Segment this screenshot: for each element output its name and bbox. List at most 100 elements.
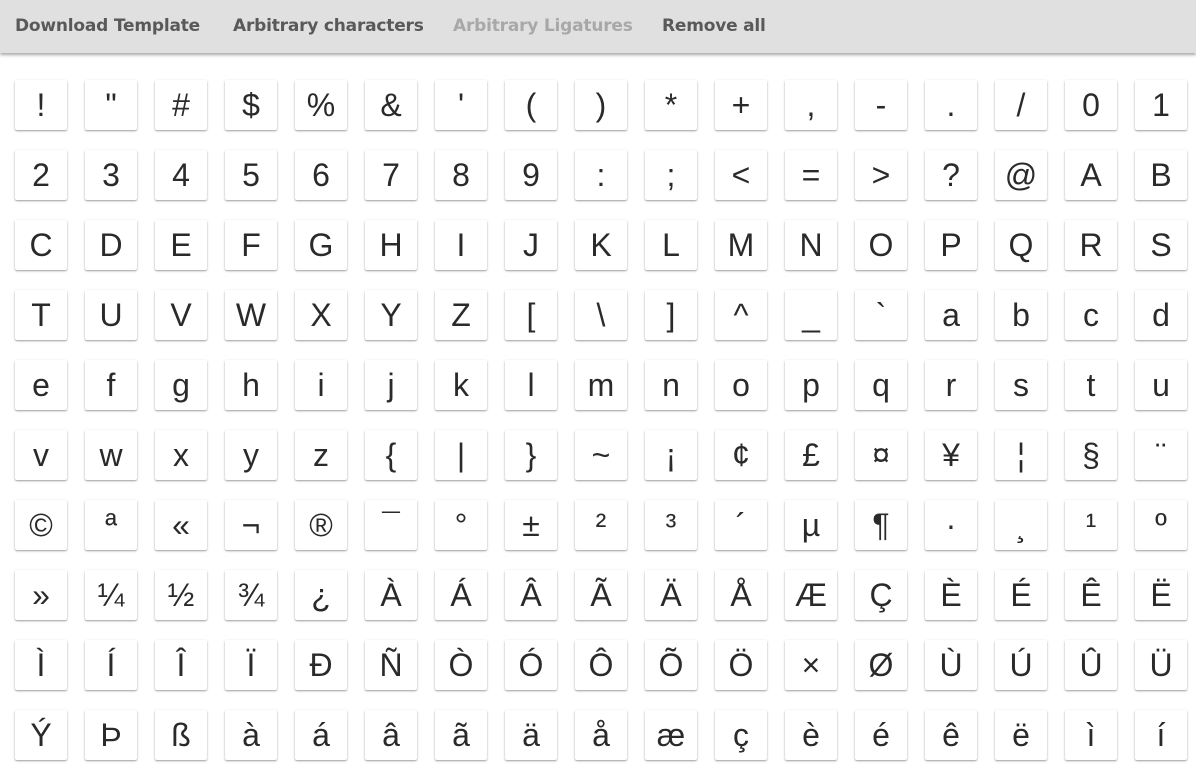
glyph-tile-Idieresis[interactable]: Ï bbox=[225, 640, 277, 690]
glyph-tile-O[interactable]: O bbox=[855, 220, 907, 270]
glyph-tile-threesuperior[interactable]: ³ bbox=[645, 500, 697, 550]
glyph-tile-sterling[interactable]: £ bbox=[785, 430, 837, 480]
glyph-tile-quotedbl[interactable]: " bbox=[85, 80, 137, 130]
glyph-tile-D[interactable]: D bbox=[85, 220, 137, 270]
glyph-tile-parenright[interactable]: ) bbox=[575, 80, 627, 130]
glyph-tile-k[interactable]: k bbox=[435, 360, 487, 410]
glyph-tile-n[interactable]: n bbox=[645, 360, 697, 410]
glyph-tile-Iacute[interactable]: Í bbox=[85, 640, 137, 690]
glyph-tile-seven[interactable]: 7 bbox=[365, 150, 417, 200]
glyph-tile-ae[interactable]: æ bbox=[645, 710, 697, 760]
glyph-tile-three[interactable]: 3 bbox=[85, 150, 137, 200]
glyph-tile-Ugrave[interactable]: Ù bbox=[925, 640, 977, 690]
glyph-tile-w[interactable]: w bbox=[85, 430, 137, 480]
glyph-tile-threequarters[interactable]: ¾ bbox=[225, 570, 277, 620]
glyph-tile-ampersand[interactable]: & bbox=[365, 80, 417, 130]
glyph-tile-M[interactable]: M bbox=[715, 220, 767, 270]
glyph-tile-two[interactable]: 2 bbox=[15, 150, 67, 200]
glyph-tile-eacute[interactable]: é bbox=[855, 710, 907, 760]
glyph-tile-z[interactable]: z bbox=[295, 430, 347, 480]
glyph-tile-u[interactable]: u bbox=[1135, 360, 1187, 410]
glyph-tile-twosuperior[interactable]: ² bbox=[575, 500, 627, 550]
glyph-tile-Oslash[interactable]: Ø bbox=[855, 640, 907, 690]
glyph-tile-e[interactable]: e bbox=[15, 360, 67, 410]
glyph-tile-quotesingle[interactable]: ' bbox=[435, 80, 487, 130]
glyph-tile-Uacute[interactable]: Ú bbox=[995, 640, 1047, 690]
glyph-tile-agrave[interactable]: à bbox=[225, 710, 277, 760]
glyph-tile-c[interactable]: c bbox=[1065, 290, 1117, 340]
glyph-tile-egrave[interactable]: è bbox=[785, 710, 837, 760]
glyph-tile-backslash[interactable]: \ bbox=[575, 290, 627, 340]
glyph-tile-Otilde[interactable]: Õ bbox=[645, 640, 697, 690]
glyph-tile-percent[interactable]: % bbox=[295, 80, 347, 130]
glyph-tile-C[interactable]: C bbox=[15, 220, 67, 270]
glyph-tile-copyright[interactable]: © bbox=[15, 500, 67, 550]
glyph-tile-six[interactable]: 6 bbox=[295, 150, 347, 200]
glyph-tile-I[interactable]: I bbox=[435, 220, 487, 270]
glyph-tile-G[interactable]: G bbox=[295, 220, 347, 270]
glyph-tile-currency[interactable]: ¤ bbox=[855, 430, 907, 480]
glyph-tile-underscore[interactable]: _ bbox=[785, 290, 837, 340]
glyph-tile-d[interactable]: d bbox=[1135, 290, 1187, 340]
glyph-tile-braceleft[interactable]: { bbox=[365, 430, 417, 480]
glyph-tile-Egrave[interactable]: È bbox=[925, 570, 977, 620]
glyph-tile-bracketleft[interactable]: [ bbox=[505, 290, 557, 340]
glyph-tile-eight[interactable]: 8 bbox=[435, 150, 487, 200]
glyph-tile-less[interactable]: < bbox=[715, 150, 767, 200]
glyph-tile-numbersign[interactable]: # bbox=[155, 80, 207, 130]
glyph-tile-onequarter[interactable]: ¼ bbox=[85, 570, 137, 620]
glyph-tile-A[interactable]: A bbox=[1065, 150, 1117, 200]
glyph-tile-a[interactable]: a bbox=[925, 290, 977, 340]
glyph-tile-iacute[interactable]: í bbox=[1135, 710, 1187, 760]
glyph-tile-v[interactable]: v bbox=[15, 430, 67, 480]
glyph-tile-Z[interactable]: Z bbox=[435, 290, 487, 340]
glyph-tile-y[interactable]: y bbox=[225, 430, 277, 480]
glyph-tile-h[interactable]: h bbox=[225, 360, 277, 410]
glyph-tile-g[interactable]: g bbox=[155, 360, 207, 410]
glyph-tile-Ntilde[interactable]: Ñ bbox=[365, 640, 417, 690]
glyph-tile-dollar[interactable]: $ bbox=[225, 80, 277, 130]
glyph-tile-Oacute[interactable]: Ó bbox=[505, 640, 557, 690]
glyph-tile-one[interactable]: 1 bbox=[1135, 80, 1187, 130]
glyph-tile-N[interactable]: N bbox=[785, 220, 837, 270]
glyph-tile-p[interactable]: p bbox=[785, 360, 837, 410]
arbitrary-characters-button[interactable]: Arbitrary characters bbox=[233, 0, 424, 53]
glyph-tile-bar[interactable]: | bbox=[435, 430, 487, 480]
glyph-tile-periodcentered[interactable]: · bbox=[925, 500, 977, 550]
remove-all-button[interactable]: Remove all bbox=[662, 0, 766, 53]
glyph-tile-Agrave[interactable]: À bbox=[365, 570, 417, 620]
glyph-tile-plusminus[interactable]: ± bbox=[505, 500, 557, 550]
glyph-tile-x[interactable]: x bbox=[155, 430, 207, 480]
glyph-tile-Thorn[interactable]: Þ bbox=[85, 710, 137, 760]
glyph-tile-Q[interactable]: Q bbox=[995, 220, 1047, 270]
glyph-tile-Ograve[interactable]: Ò bbox=[435, 640, 487, 690]
glyph-tile-t[interactable]: t bbox=[1065, 360, 1117, 410]
glyph-tile-Eth[interactable]: Ð bbox=[295, 640, 347, 690]
glyph-tile-adieresis[interactable]: ä bbox=[505, 710, 557, 760]
glyph-tile-AE[interactable]: Æ bbox=[785, 570, 837, 620]
glyph-tile-logicalnot[interactable]: ¬ bbox=[225, 500, 277, 550]
glyph-tile-plus[interactable]: + bbox=[715, 80, 767, 130]
glyph-tile-Acircumflex[interactable]: Â bbox=[505, 570, 557, 620]
glyph-tile-guillemotleft[interactable]: « bbox=[155, 500, 207, 550]
glyph-tile-brokenbar[interactable]: ¦ bbox=[995, 430, 1047, 480]
glyph-tile-Ccedilla[interactable]: Ç bbox=[855, 570, 907, 620]
glyph-tile-ordmasculine[interactable]: º bbox=[1135, 500, 1187, 550]
glyph-tile-Aring[interactable]: Å bbox=[715, 570, 767, 620]
glyph-tile-q[interactable]: q bbox=[855, 360, 907, 410]
glyph-tile-ccedilla[interactable]: ç bbox=[715, 710, 767, 760]
download-template-button[interactable]: Download Template bbox=[15, 0, 200, 53]
glyph-tile-question[interactable]: ? bbox=[925, 150, 977, 200]
glyph-tile-r[interactable]: r bbox=[925, 360, 977, 410]
glyph-tile-bracketright[interactable]: ] bbox=[645, 290, 697, 340]
glyph-tile-X[interactable]: X bbox=[295, 290, 347, 340]
glyph-tile-at[interactable]: @ bbox=[995, 150, 1047, 200]
glyph-tile-i[interactable]: i bbox=[295, 360, 347, 410]
glyph-tile-Yacute[interactable]: Ý bbox=[15, 710, 67, 760]
glyph-tile-onesuperior[interactable]: ¹ bbox=[1065, 500, 1117, 550]
glyph-tile-Atilde[interactable]: Ã bbox=[575, 570, 627, 620]
glyph-tile-ecircumflex[interactable]: ê bbox=[925, 710, 977, 760]
glyph-tile-j[interactable]: j bbox=[365, 360, 417, 410]
glyph-tile-J[interactable]: J bbox=[505, 220, 557, 270]
glyph-tile-K[interactable]: K bbox=[575, 220, 627, 270]
